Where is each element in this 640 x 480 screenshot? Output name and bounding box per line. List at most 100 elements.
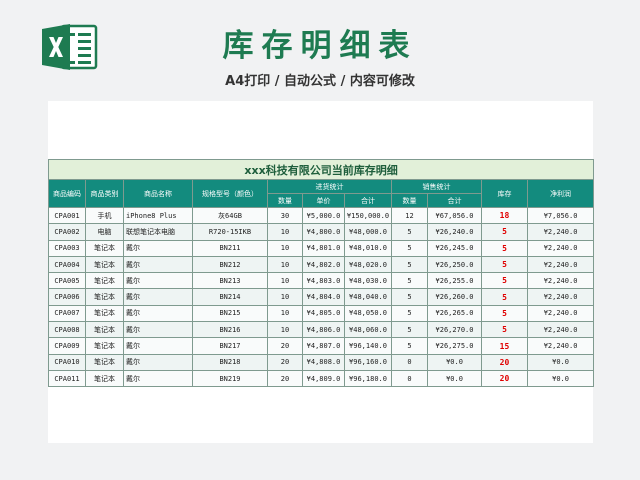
cell-purchase-total[interactable]: ¥96,160.0 [344,353,392,371]
cell-code[interactable]: CPA002 [48,223,86,241]
cell-purchase-total[interactable]: ¥48,060.0 [344,321,392,339]
cell-category[interactable]: 笔记本 [85,337,124,355]
cell-purchase-total[interactable]: ¥48,030.0 [344,272,392,290]
cell-code[interactable]: CPA008 [48,321,86,339]
table-row[interactable]: CPA011 笔记本 戴尔 BN219 20 ¥4,809.0 ¥96,180.0 0 ¥0.0… [48,369,595,388]
cell-category[interactable]: 笔记本 [85,288,124,306]
cell-purchase-price[interactable]: ¥4,803.0 [302,272,345,290]
table-row[interactable]: CPA003 笔记本 戴尔 BN211 10 ¥4,801.0 ¥48,010.0 5 ¥26,… [48,239,595,257]
cell-purchase-total[interactable]: ¥48,040.0 [344,288,392,306]
cell-sales-qty[interactable]: 0 [391,353,428,371]
cell-purchase-total[interactable]: ¥150,000.0 [344,206,392,225]
cell-profit[interactable]: ¥0.0 [526,369,595,388]
cell-purchase-total[interactable]: ¥48,020.0 [344,255,392,274]
cell-sales-total[interactable]: ¥26,245.0 [427,239,482,257]
cell-sales-qty[interactable]: 5 [391,272,428,290]
cell-purchase-qty[interactable]: 10 [267,223,303,241]
cell-stock[interactable]: 5 [481,223,528,241]
cell-stock[interactable]: 15 [481,337,528,355]
cell-sales-qty[interactable]: 12 [391,206,428,225]
cell-purchase-qty[interactable]: 10 [267,321,303,339]
cell-sales-total[interactable]: ¥0.0 [427,353,482,371]
cell-code[interactable]: CPA001 [48,206,86,225]
cell-sales-total[interactable]: ¥26,265.0 [427,304,482,323]
cell-name[interactable]: 戴尔 [123,369,193,388]
cell-sales-total[interactable]: ¥0.0 [427,369,482,388]
cell-spec[interactable]: BN219 [192,369,268,388]
cell-sales-total[interactable]: ¥26,240.0 [427,223,482,241]
cell-purchase-qty[interactable]: 10 [267,304,303,323]
cell-spec[interactable]: BN216 [192,321,268,339]
cell-name[interactable]: 戴尔 [123,353,193,371]
cell-purchase-price[interactable]: ¥4,808.0 [302,353,345,371]
cell-purchase-total[interactable]: ¥48,010.0 [344,239,392,257]
cell-name[interactable]: iPhone8 Plus [123,206,193,225]
cell-stock[interactable]: 5 [481,304,528,323]
cell-purchase-price[interactable]: ¥4,805.0 [302,304,345,323]
cell-spec[interactable]: BN215 [192,304,268,323]
cell-profit[interactable]: ¥2,240.0 [526,288,595,306]
cell-purchase-price[interactable]: ¥4,800.0 [302,223,345,241]
cell-purchase-qty[interactable]: 20 [267,337,303,355]
cell-purchase-price[interactable]: ¥4,802.0 [302,255,345,274]
cell-stock[interactable]: 5 [481,255,528,274]
cell-sales-total[interactable]: ¥26,250.0 [427,255,482,274]
cell-name[interactable]: 戴尔 [123,288,193,306]
cell-stock[interactable]: 5 [481,321,528,339]
cell-sales-total[interactable]: ¥26,270.0 [427,321,482,339]
cell-profit[interactable]: ¥0.0 [526,353,595,371]
cell-purchase-price[interactable]: ¥4,806.0 [302,321,345,339]
cell-purchase-price[interactable]: ¥4,807.0 [302,337,345,355]
cell-name[interactable]: 戴尔 [123,255,193,274]
cell-purchase-qty[interactable]: 20 [267,353,303,371]
cell-purchase-total[interactable]: ¥48,050.0 [344,304,392,323]
cell-name[interactable]: 戴尔 [123,321,193,339]
cell-sales-qty[interactable]: 5 [391,223,428,241]
cell-category[interactable]: 电脑 [85,223,124,241]
table-row[interactable]: CPA004 笔记本 戴尔 BN212 10 ¥4,802.0 ¥48,020.0 5 ¥26,… [48,255,595,274]
cell-category[interactable]: 手机 [85,206,124,225]
table-row[interactable]: CPA001 手机 iPhone8 Plus 灰64GB 30 ¥5,000.0 ¥150,… [48,206,595,225]
cell-stock[interactable]: 5 [481,288,528,306]
cell-sales-qty[interactable]: 5 [391,255,428,274]
cell-spec[interactable]: 灰64GB [192,206,268,225]
cell-profit[interactable]: ¥2,240.0 [526,239,595,257]
table-row[interactable]: CPA006 笔记本 戴尔 BN214 10 ¥4,804.0 ¥48,040.0 5 ¥26,… [48,288,595,306]
cell-stock[interactable]: 20 [481,369,528,388]
cell-profit[interactable]: ¥2,240.0 [526,223,595,241]
cell-category[interactable]: 笔记本 [85,369,124,388]
cell-code[interactable]: CPA007 [48,304,86,323]
cell-profit[interactable]: ¥2,240.0 [526,255,595,274]
cell-name[interactable]: 戴尔 [123,337,193,355]
cell-profit[interactable]: ¥2,240.0 [526,337,595,355]
cell-purchase-qty[interactable]: 30 [267,206,303,225]
cell-profit[interactable]: ¥2,240.0 [526,272,595,290]
cell-stock[interactable]: 5 [481,239,528,257]
cell-name[interactable]: 戴尔 [123,239,193,257]
cell-purchase-qty[interactable]: 10 [267,239,303,257]
cell-sales-qty[interactable]: 5 [391,239,428,257]
cell-sales-total[interactable]: ¥26,275.0 [427,337,482,355]
cell-purchase-qty[interactable]: 10 [267,255,303,274]
cell-spec[interactable]: BN217 [192,337,268,355]
cell-sales-qty[interactable]: 5 [391,337,428,355]
cell-purchase-qty[interactable]: 10 [267,288,303,306]
table-row[interactable]: CPA008 笔记本 戴尔 BN216 10 ¥4,806.0 ¥48,060.0 5 ¥26,… [48,321,595,339]
cell-code[interactable]: CPA005 [48,272,86,290]
cell-purchase-total[interactable]: ¥48,000.0 [344,223,392,241]
cell-spec[interactable]: R720-15IKB [192,223,268,241]
cell-sales-qty[interactable]: 0 [391,369,428,388]
cell-sales-qty[interactable]: 5 [391,288,428,306]
cell-profit[interactable]: ¥2,240.0 [526,321,595,339]
cell-sales-qty[interactable]: 5 [391,321,428,339]
cell-spec[interactable]: BN212 [192,255,268,274]
cell-purchase-price[interactable]: ¥4,801.0 [302,239,345,257]
cell-purchase-price[interactable]: ¥4,804.0 [302,288,345,306]
table-row[interactable]: CPA005 笔记本 戴尔 BN213 10 ¥4,803.0 ¥48,030.0 5 ¥26,… [48,272,595,290]
cell-profit[interactable]: ¥2,240.0 [526,304,595,323]
table-row[interactable]: CPA007 笔记本 戴尔 BN215 10 ¥4,805.0 ¥48,050.0 5 ¥26,… [48,304,595,323]
cell-category[interactable]: 笔记本 [85,353,124,371]
cell-spec[interactable]: BN218 [192,353,268,371]
cell-stock[interactable]: 18 [481,206,528,225]
cell-spec[interactable]: BN214 [192,288,268,306]
